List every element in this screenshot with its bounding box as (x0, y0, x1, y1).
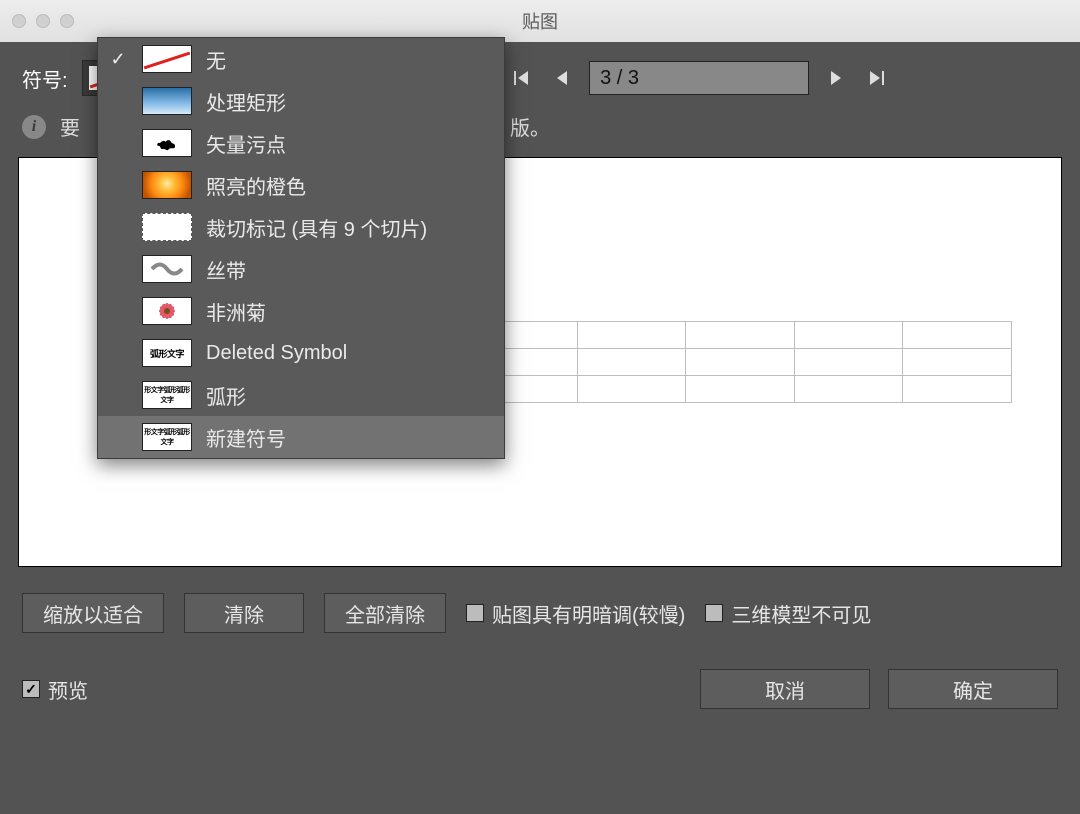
info-icon: i (22, 115, 46, 139)
symbol-option-label: 弧形 (206, 381, 246, 410)
symbol-option[interactable]: 非洲菊 (98, 290, 504, 332)
none-swatch-icon (142, 45, 192, 73)
symbol-option-label: 矢量污点 (206, 129, 286, 158)
zoom-window-icon[interactable] (60, 14, 74, 28)
symbol-option-label: 照亮的橙色 (206, 171, 306, 200)
invisible-3d-checkbox[interactable]: 三维模型不可见 (705, 599, 871, 628)
ok-button[interactable]: 确定 (888, 669, 1058, 709)
window-title: 贴图 (0, 8, 1080, 34)
ribbon-swatch-icon (142, 255, 192, 283)
checkbox-icon (466, 604, 484, 622)
splat-swatch-icon (142, 129, 192, 157)
crop-marks-swatch-icon (142, 213, 192, 241)
surface-index-field[interactable]: 3 / 3 (589, 61, 809, 95)
preview-checkbox-label: 预览 (48, 675, 88, 704)
shading-checkbox-label: 贴图具有明暗调(较慢) (492, 599, 685, 628)
footer: 预览 取消 确定 (0, 641, 1080, 709)
surface-index-value: 3 / 3 (600, 67, 639, 90)
orange-swatch-icon (142, 171, 192, 199)
text-swatch-icon: 形文字弧形弧形文字 (142, 423, 192, 451)
clear-all-button[interactable]: 全部清除 (324, 593, 446, 633)
symbol-option[interactable]: 形文字弧形弧形文字新建符号 (98, 416, 504, 458)
close-window-icon[interactable] (12, 14, 26, 28)
symbol-option-label: 无 (206, 45, 226, 74)
checkbox-checked-icon (22, 680, 40, 698)
symbol-option-label: 丝带 (206, 255, 246, 284)
symbol-option[interactable]: 照亮的橙色 (98, 164, 504, 206)
invisible-3d-checkbox-label: 三维模型不可见 (731, 599, 871, 628)
preview-checkbox[interactable]: 预览 (22, 675, 88, 704)
bottom-controls: 缩放以适合 清除 全部清除 贴图具有明暗调(较慢) 三维模型不可见 (0, 567, 1080, 641)
symbol-option-label: 处理矩形 (206, 87, 286, 116)
symbol-option[interactable]: 弧形文字 Deleted Symbol (98, 332, 504, 374)
flower-swatch-icon (142, 297, 192, 325)
text-swatch-icon: 形文字弧形弧形文字 (142, 381, 192, 409)
checkmark-icon: ✓ (108, 49, 128, 70)
info-text-prefix: 要 (60, 112, 80, 141)
gradient-swatch-icon (142, 87, 192, 115)
titlebar: 贴图 (0, 0, 1080, 42)
text-swatch-icon: 弧形文字 (142, 339, 192, 367)
window-controls (12, 14, 74, 28)
checkbox-icon (705, 604, 723, 622)
minimize-window-icon[interactable] (36, 14, 50, 28)
scale-to-fit-button[interactable]: 缩放以适合 (22, 593, 164, 633)
symbol-option[interactable]: 形文字弧形弧形文字弧形 (98, 374, 504, 416)
next-surface-button[interactable] (823, 65, 849, 91)
canvas-area: ✓无处理矩形矢量污点照亮的橙色裁切标记 (具有 9 个切片)丝带非洲菊弧形文字D… (18, 157, 1062, 567)
info-text-suffix: 版。 (510, 112, 550, 141)
symbol-option-label: 新建符号 (206, 423, 286, 452)
symbol-option-label: 裁切标记 (具有 9 个切片) (206, 213, 427, 242)
symbol-option[interactable]: 矢量污点 (98, 122, 504, 164)
symbol-option[interactable]: 丝带 (98, 248, 504, 290)
shading-checkbox[interactable]: 贴图具有明暗调(较慢) (466, 599, 685, 628)
symbol-dropdown-list: ✓无处理矩形矢量污点照亮的橙色裁切标记 (具有 9 个切片)丝带非洲菊弧形文字D… (97, 37, 505, 459)
cancel-button[interactable]: 取消 (700, 669, 870, 709)
last-surface-button[interactable] (863, 65, 889, 91)
symbol-option[interactable]: 裁切标记 (具有 9 个切片) (98, 206, 504, 248)
clear-button[interactable]: 清除 (184, 593, 304, 633)
symbol-option[interactable]: 处理矩形 (98, 80, 504, 122)
symbol-label: 符号: (22, 64, 68, 93)
symbol-option-label: 非洲菊 (206, 297, 266, 326)
symbol-option[interactable]: ✓无 (98, 38, 504, 80)
symbol-option-label: Deleted Symbol (206, 342, 347, 365)
prev-surface-button[interactable] (549, 65, 575, 91)
first-surface-button[interactable] (509, 65, 535, 91)
